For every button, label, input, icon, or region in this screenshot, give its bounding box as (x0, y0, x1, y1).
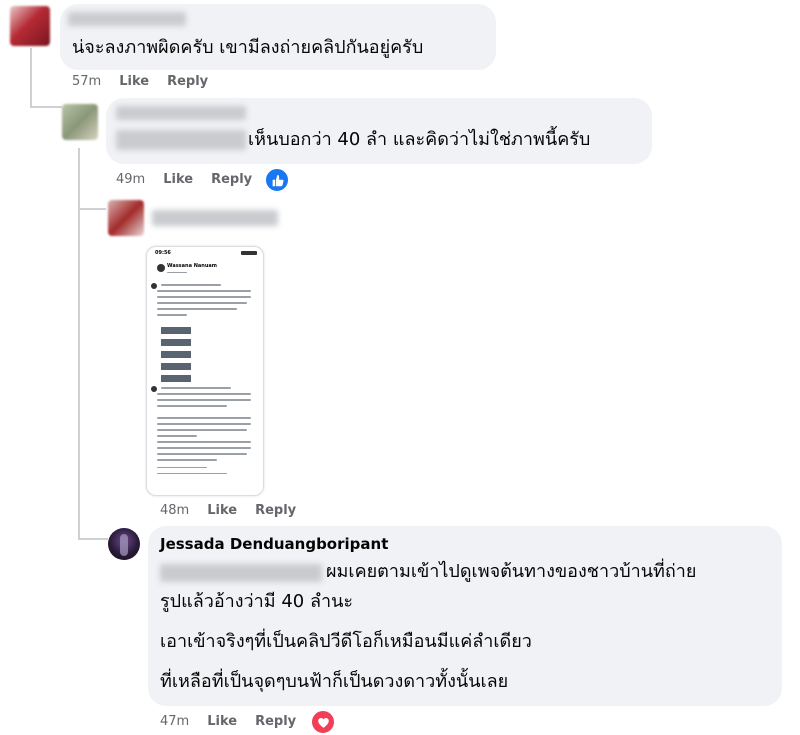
comment-text-line: เอาเข้าจริงๆที่เป็นคลิปวีดีโอก็เหมือนมีแ… (160, 631, 532, 652)
screenshot-avatar (157, 264, 165, 272)
screenshot-attachment[interactable]: 09:56 Wassana Nanuam (146, 246, 264, 496)
avatar[interactable] (10, 6, 50, 46)
thread-line (78, 538, 108, 540)
comment-text-line: ผมเคยตามเข้าไปดูเพจต้นทางของชาวบ้านที่ถ่… (326, 561, 697, 582)
comment-time[interactable]: 48m (160, 503, 189, 518)
screenshot-post-avatar (151, 283, 157, 289)
avatar[interactable] (108, 200, 144, 236)
screenshot-reply-avatar (151, 386, 157, 392)
comment-actions: 47m Like Reply (160, 714, 296, 729)
comment-bubble: เห็นบอกว่า 40 ลำ และคิดว่าไม่ใช่ภาพนี้คร… (106, 98, 652, 164)
like-button[interactable]: Like (207, 714, 237, 729)
comment-actions: 49m Like Reply (116, 172, 252, 187)
comment-time[interactable]: 57m (72, 74, 101, 89)
blurred-author-name (68, 12, 186, 26)
reply-button[interactable]: Reply (211, 172, 252, 187)
like-reaction-icon[interactable] (264, 167, 290, 193)
status-icons (241, 251, 257, 255)
status-time: 09:56 (155, 250, 171, 256)
like-button[interactable]: Like (119, 74, 149, 89)
screenshot-author: Wassana Nanuam (167, 263, 217, 269)
heart-icon (317, 717, 329, 728)
reply-button[interactable]: Reply (255, 714, 296, 729)
blurred-author-name (152, 210, 278, 226)
thread-line (30, 48, 32, 108)
comment-bubble: Jessada Denduangboripant ผมเคยตามเข้าไปด… (148, 526, 782, 706)
thread-line (30, 106, 62, 108)
reply-button[interactable]: Reply (255, 503, 296, 518)
comment-actions: 48m Like Reply (160, 503, 296, 518)
comment-actions: 57m Like Reply (72, 74, 208, 89)
comment-text: น่จะลงภาพผิดครับ เขามีลงถ่ายคลิปกันอยู่ค… (72, 37, 424, 58)
like-button[interactable]: Like (207, 503, 237, 518)
comment-time[interactable]: 49m (116, 172, 145, 187)
avatar[interactable] (62, 104, 98, 140)
blurred-mention (116, 130, 246, 150)
avatar[interactable] (108, 528, 140, 560)
thread-line (78, 208, 106, 210)
comment-text-line: รูปแล้วอ้างว่ามี 40 ลำนะ (160, 591, 354, 612)
blurred-author-name (116, 106, 246, 120)
thread-line (78, 148, 80, 538)
thumbs-up-icon (272, 174, 284, 186)
comment-text-line: ที่เหลือที่เป็นจุดๆบนฟ้าก็เป็นดวงดาวทั้ง… (160, 671, 509, 692)
love-reaction-icon[interactable] (310, 709, 336, 735)
comment-author[interactable]: Jessada Denduangboripant (160, 535, 388, 553)
blurred-mention (160, 564, 322, 582)
reply-button[interactable]: Reply (167, 74, 208, 89)
like-button[interactable]: Like (163, 172, 193, 187)
comment-time[interactable]: 47m (160, 714, 189, 729)
comment-bubble: น่จะลงภาพผิดครับ เขามีลงถ่ายคลิปกันอยู่ค… (60, 4, 496, 70)
comment-text: เห็นบอกว่า 40 ลำ และคิดว่าไม่ใช่ภาพนี้คร… (248, 129, 591, 150)
